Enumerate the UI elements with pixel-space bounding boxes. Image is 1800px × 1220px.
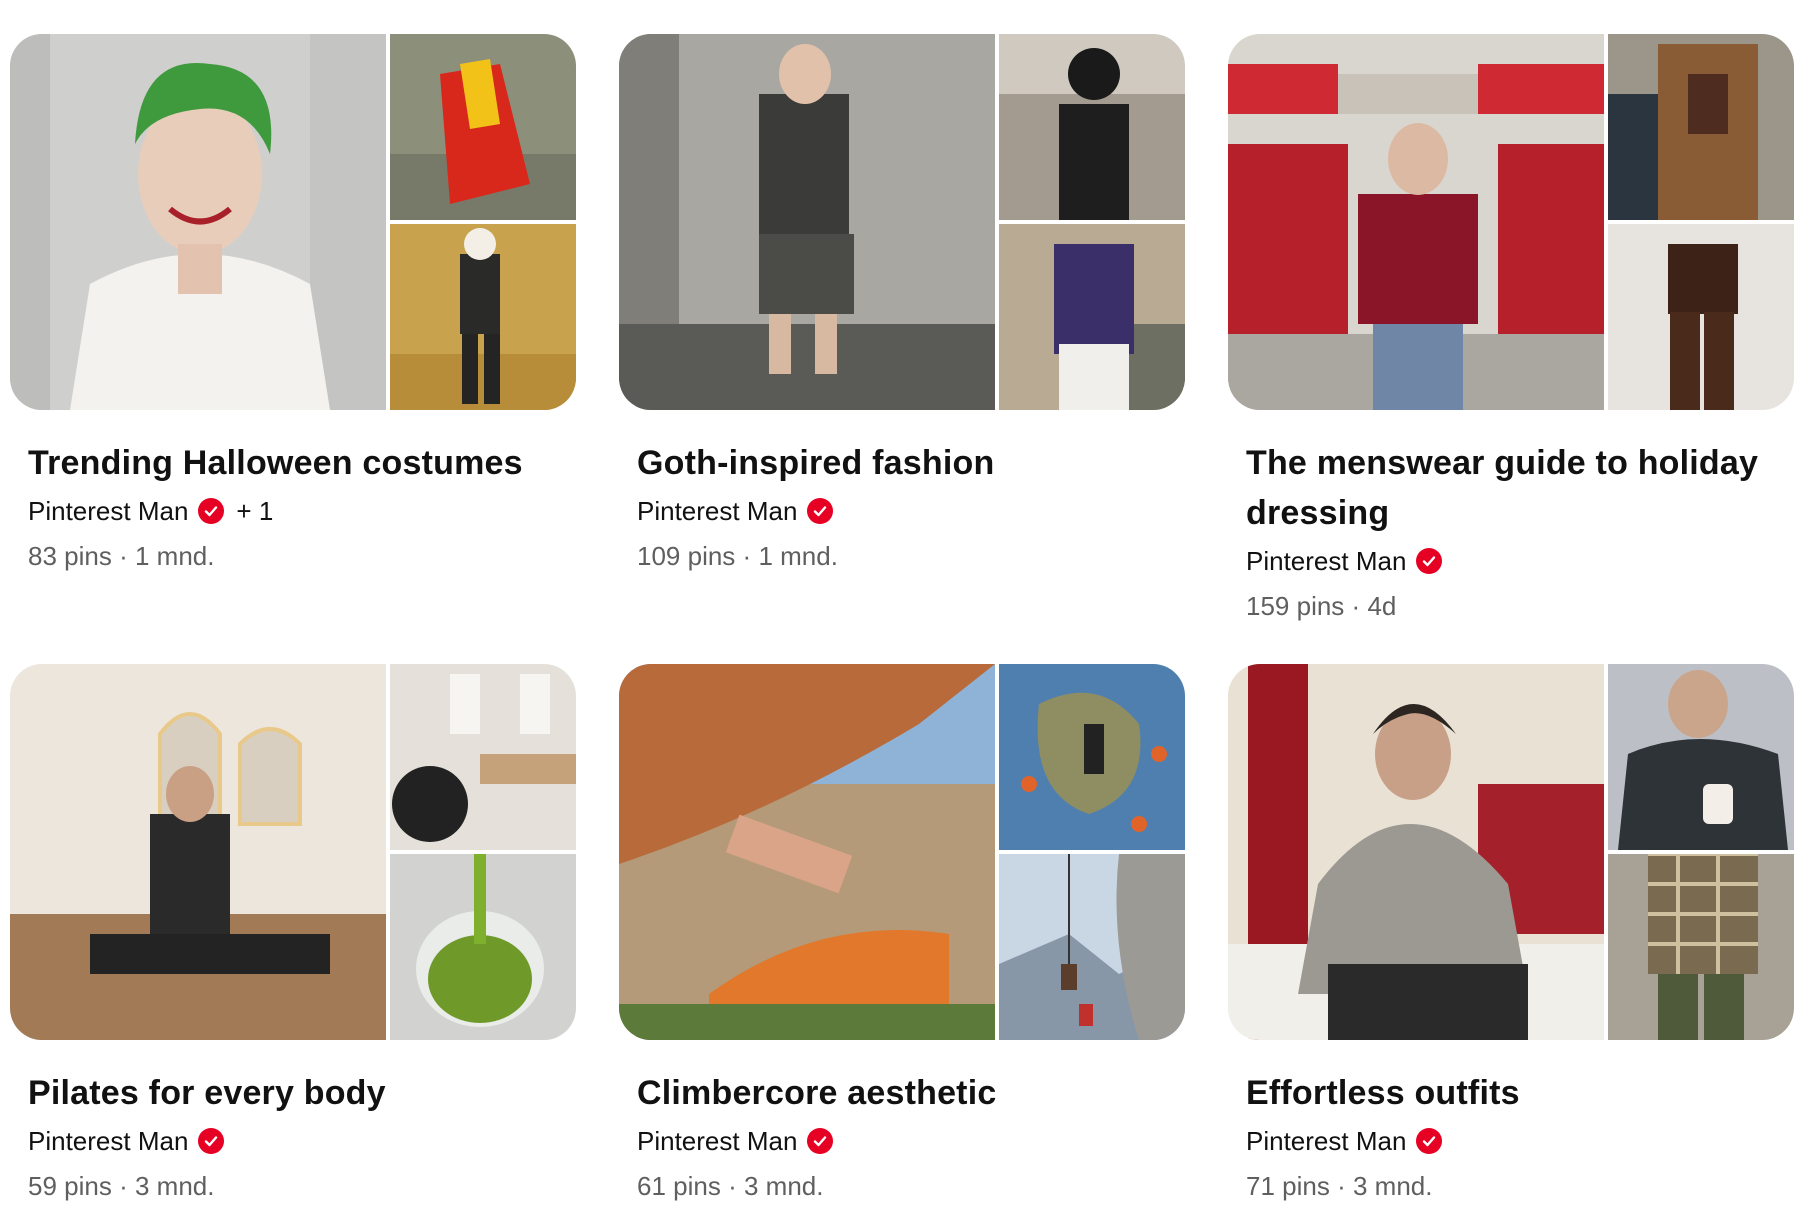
board-owner-row: Pinterest Man xyxy=(28,1118,576,1164)
board-card-climbercore-aesthetic[interactable]: Climbercore aesthetic Pinterest Man 61 p… xyxy=(619,664,1185,1208)
board-image-bottom-right xyxy=(390,224,576,410)
board-collage[interactable] xyxy=(1228,664,1794,1040)
board-title[interactable]: Trending Halloween costumes xyxy=(28,438,568,488)
board-meta: 83 pins · 1 mnd. xyxy=(28,534,576,578)
verified-check-icon xyxy=(807,498,834,524)
board-owner-row: Pinterest Man xyxy=(1246,1118,1794,1164)
board-title[interactable]: Effortless outfits xyxy=(1246,1068,1786,1118)
board-collage[interactable] xyxy=(619,664,1185,1040)
board-owner-name[interactable]: Pinterest Man xyxy=(637,488,797,534)
board-pin-count: 83 pins xyxy=(28,541,112,571)
board-image-top-right xyxy=(390,34,576,220)
board-title[interactable]: Pilates for every body xyxy=(28,1068,568,1118)
board-card-menswear-holiday-dressing[interactable]: The menswear guide to holiday dressing P… xyxy=(1228,34,1794,628)
board-title[interactable]: Climbercore aesthetic xyxy=(637,1068,1177,1118)
board-image-top-right xyxy=(1608,664,1794,850)
board-meta: 71 pins · 3 mnd. xyxy=(1246,1164,1794,1208)
board-updated-age: 1 mnd. xyxy=(758,541,838,571)
board-card-pilates-for-every-body[interactable]: Pilates for every body Pinterest Man 59 … xyxy=(10,664,576,1208)
board-owner-name[interactable]: Pinterest Man xyxy=(637,1118,797,1164)
board-cover-image xyxy=(619,664,995,1040)
board-collage[interactable] xyxy=(10,34,576,410)
board-image-bottom-right xyxy=(1608,854,1794,1040)
board-owner-row: Pinterest Man + 1 xyxy=(28,488,576,534)
board-meta: 159 pins · 4d xyxy=(1246,584,1794,628)
board-pin-count: 61 pins xyxy=(637,1171,721,1201)
board-owner-name[interactable]: Pinterest Man xyxy=(1246,1118,1406,1164)
board-owner-row: Pinterest Man xyxy=(637,1118,1185,1164)
board-owner-name[interactable]: Pinterest Man xyxy=(28,488,188,534)
board-updated-age: 3 mnd. xyxy=(743,1171,824,1201)
board-image-top-right xyxy=(390,664,576,850)
board-title[interactable]: The menswear guide to holiday dressing xyxy=(1246,438,1786,538)
board-cover-image xyxy=(10,664,386,1040)
board-image-bottom-right xyxy=(390,854,576,1040)
verified-check-icon xyxy=(1416,548,1443,574)
board-image-bottom-right xyxy=(1608,224,1794,410)
board-owner-name[interactable]: Pinterest Man xyxy=(1246,538,1406,584)
verified-check-icon xyxy=(807,1128,834,1154)
board-collaborators-count[interactable]: + 1 xyxy=(236,488,273,534)
board-image-bottom-right xyxy=(999,224,1185,410)
board-cover-image xyxy=(10,34,386,410)
board-image-bottom-right xyxy=(999,854,1185,1040)
board-collage[interactable] xyxy=(1228,34,1794,410)
board-updated-age: 1 mnd. xyxy=(134,541,215,571)
board-pin-count: 159 pins xyxy=(1246,591,1345,621)
board-updated-age: 3 mnd. xyxy=(1352,1171,1433,1201)
meta-separator: · xyxy=(119,1171,128,1201)
board-collage[interactable] xyxy=(10,664,576,1040)
board-meta: 61 pins · 3 mnd. xyxy=(637,1164,1185,1208)
board-cover-image xyxy=(1228,664,1604,1040)
board-cover-image xyxy=(1228,34,1604,410)
board-collage[interactable] xyxy=(619,34,1185,410)
board-image-top-right xyxy=(999,34,1185,220)
board-updated-age: 4d xyxy=(1367,591,1397,621)
verified-check-icon xyxy=(1416,1128,1443,1154)
board-meta: 109 pins · 1 mnd. xyxy=(637,534,1185,578)
verified-check-icon xyxy=(198,1128,225,1154)
board-owner-row: Pinterest Man xyxy=(637,488,1185,534)
board-image-top-right xyxy=(1608,34,1794,220)
board-meta: 59 pins · 3 mnd. xyxy=(28,1164,576,1208)
board-owner-name[interactable]: Pinterest Man xyxy=(28,1118,188,1164)
board-grid: Trending Halloween costumes Pinterest Ma… xyxy=(0,0,1800,1220)
board-card-trending-halloween-costumes[interactable]: Trending Halloween costumes Pinterest Ma… xyxy=(10,34,576,578)
meta-separator: · xyxy=(1351,591,1361,621)
meta-separator: · xyxy=(728,1171,737,1201)
board-card-effortless-outfits[interactable]: Effortless outfits Pinterest Man 71 pins… xyxy=(1228,664,1794,1208)
board-pin-count: 109 pins xyxy=(637,541,736,571)
meta-separator: · xyxy=(742,541,752,571)
board-image-top-right xyxy=(999,664,1185,850)
board-cover-image xyxy=(619,34,995,410)
meta-separator: · xyxy=(1337,1171,1346,1201)
board-title[interactable]: Goth-inspired fashion xyxy=(637,438,1177,488)
board-pin-count: 71 pins xyxy=(1246,1171,1330,1201)
board-pin-count: 59 pins xyxy=(28,1171,112,1201)
meta-separator: · xyxy=(119,541,128,571)
board-card-goth-inspired-fashion[interactable]: Goth-inspired fashion Pinterest Man 109 … xyxy=(619,34,1185,578)
board-updated-age: 3 mnd. xyxy=(134,1171,215,1201)
board-owner-row: Pinterest Man xyxy=(1246,538,1794,584)
verified-check-icon xyxy=(198,498,225,524)
